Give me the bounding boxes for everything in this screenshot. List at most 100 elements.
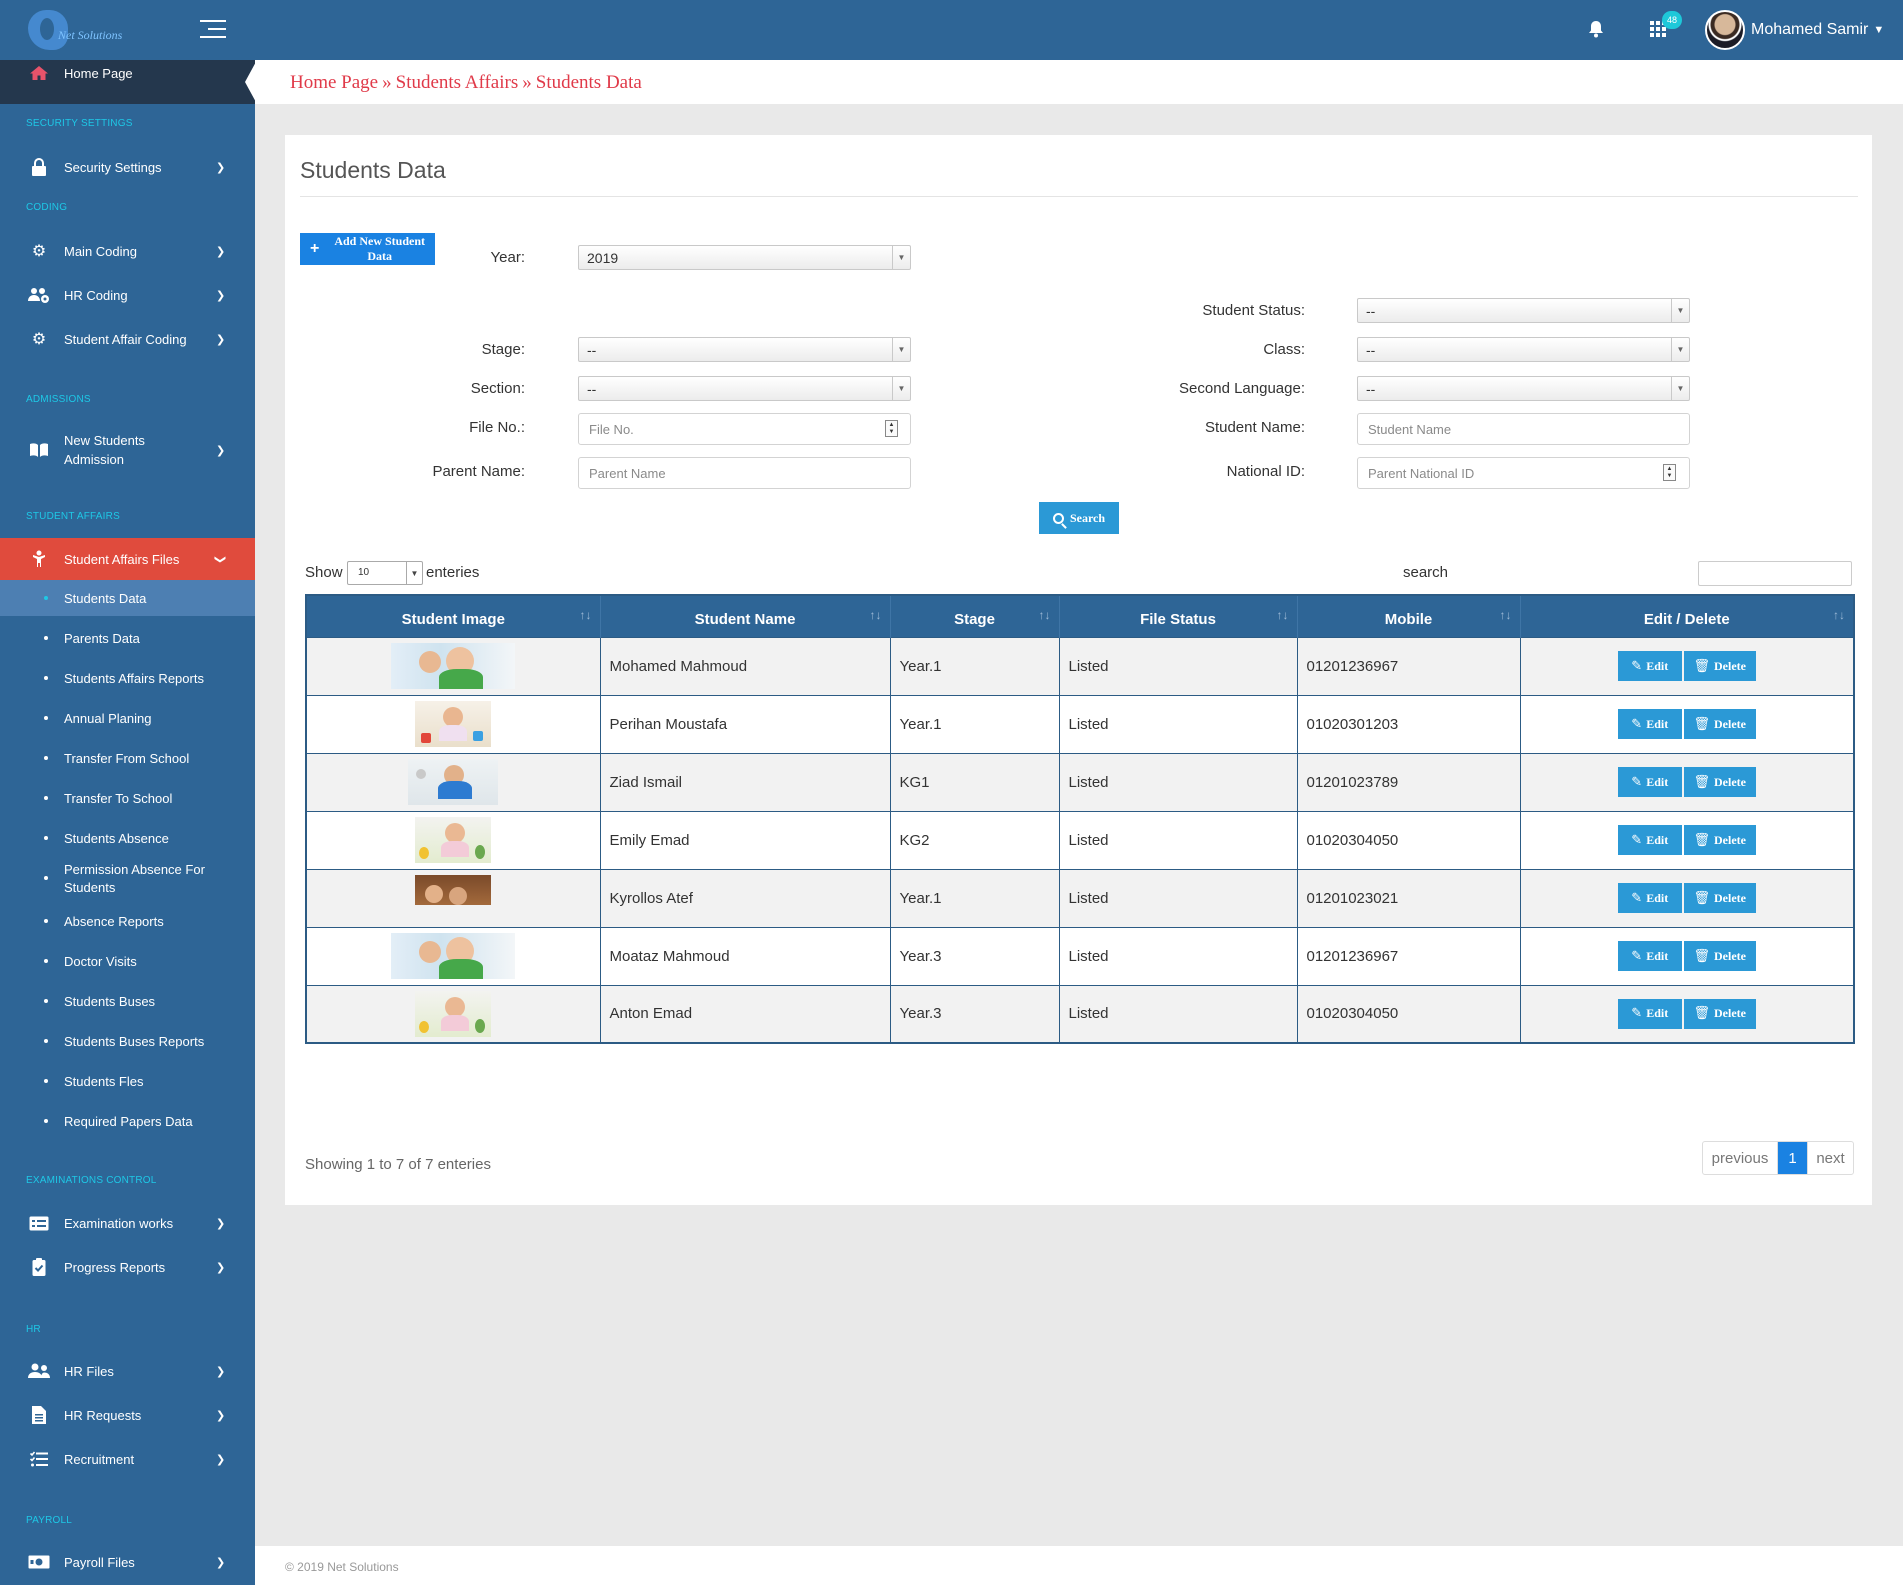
edit-button[interactable]: ✎ Edit (1617, 709, 1682, 739)
sort-icon[interactable]: ↑↓ (1500, 608, 1512, 622)
edit-button[interactable]: ✎ Edit (1617, 883, 1682, 913)
sidebar-subitem-students-files[interactable]: Students Fles (0, 1063, 255, 1099)
delete-button[interactable]: 🗑︎ Delete (1683, 767, 1756, 797)
stage-select[interactable]: -- ▼ (578, 337, 911, 362)
sidebar-item-student-affairs-files-row[interactable]: Student Affairs Files ❯ (0, 549, 255, 569)
student-name-cell: Mohamed Mahmoud (599, 636, 891, 696)
showing-text: Showing 1 to 7 of 7 enteries (305, 1156, 491, 1173)
edit-button[interactable]: ✎ Edit (1617, 651, 1682, 681)
delete-button[interactable]: 🗑︎ Delete (1683, 883, 1756, 913)
sidebar-subitem-students-affairs-reports[interactable]: Students Affairs Reports (0, 660, 255, 696)
sidebar-item-new-students-admission[interactable]: New Students Admission ❯ (0, 430, 255, 470)
delete-button[interactable]: 🗑︎ Delete (1683, 709, 1756, 739)
menu-toggle-icon[interactable] (200, 20, 226, 40)
section-payroll: PAYROLL (26, 1515, 73, 1526)
lock-icon (28, 158, 50, 176)
sidebar-item-progress-reports[interactable]: Progress Reports ❯ (0, 1257, 255, 1277)
edit-button[interactable]: ✎ Edit (1617, 767, 1682, 797)
child-icon (28, 550, 50, 568)
add-student-button[interactable]: + Add New Student Data (300, 233, 435, 265)
number-spinner-icon[interactable]: ▲ ▼ (885, 420, 898, 437)
column-header-actions[interactable]: Edit / Delete ↑↓ (1520, 595, 1855, 637)
file-status-cell: Listed (1058, 636, 1298, 696)
table-header-row: Student Image ↑↓ Student Name ↑↓ Stage ↑↓ F… (306, 595, 1855, 637)
edit-button[interactable]: ✎ Edit (1617, 941, 1682, 971)
column-header-mobile[interactable]: Mobile ↑↓ (1297, 595, 1521, 637)
delete-button[interactable]: 🗑︎ Delete (1683, 998, 1756, 1029)
file-no-input[interactable] (578, 413, 911, 445)
pagination-current-page[interactable]: 1 (1778, 1142, 1807, 1174)
sidebar-item-student-affair-coding[interactable]: ⚙︎ Student Affair Coding ❯ (0, 329, 255, 349)
student-photo[interactable] (415, 990, 492, 1037)
sidebar-item-main-coding[interactable]: ⚙ Main Coding ❯ (0, 241, 255, 261)
sidebar-subitem-students-buses-reports[interactable]: Students Buses Reports (0, 1023, 255, 1059)
column-header-image[interactable]: Student Image ↑↓ (306, 595, 601, 637)
sidebar-subitem-doctor-visits[interactable]: Doctor Visits (0, 943, 255, 979)
national-id-input[interactable] (1357, 457, 1690, 489)
search-button[interactable]: Search (1039, 502, 1119, 534)
delete-button[interactable]: 🗑︎ Delete (1683, 941, 1756, 971)
breadcrumb-students-affairs[interactable]: Students Affairs (396, 72, 519, 93)
sidebar-item-examination-works[interactable]: Examination works ❯ (0, 1213, 255, 1233)
sidebar-subitem-transfer-to-school[interactable]: Transfer To School (0, 780, 255, 816)
sidebar-subitem-required-papers-data[interactable]: Required Papers Data (0, 1103, 255, 1139)
edit-button[interactable]: ✎ Edit (1617, 998, 1682, 1029)
sidebar-item-hr-coding[interactable]: HR Coding ❯ (0, 285, 255, 305)
class-select[interactable]: -- ▼ (1357, 337, 1690, 362)
sidebar-subitem-transfer-from-school[interactable]: Transfer From School (0, 740, 255, 776)
sort-icon[interactable]: ↑↓ (1277, 608, 1289, 622)
sidebar-subitem-annual-planing[interactable]: Annual Planing (0, 700, 255, 736)
sidebar-item-recruitment[interactable]: Recruitment ❯ (0, 1449, 255, 1469)
student-photo[interactable] (391, 643, 516, 689)
parent-name-input[interactable] (578, 457, 911, 489)
student-status-select[interactable]: -- ▼ (1357, 298, 1690, 323)
table-search-input[interactable] (1698, 561, 1852, 586)
delete-button[interactable]: 🗑︎ Delete (1683, 651, 1756, 681)
column-header-name[interactable]: Student Name ↑↓ (600, 595, 891, 637)
stage-cell: Year.1 (889, 694, 1060, 754)
breadcrumb-students-data[interactable]: Students Data (536, 72, 642, 93)
year-select[interactable]: 2019 ▼ (578, 245, 911, 270)
student-photo[interactable] (391, 933, 516, 979)
section-examinations: EXAMINATIONS CONTROL (26, 1175, 157, 1186)
file-icon (28, 1406, 50, 1424)
sidebar-subitem-students-absence[interactable]: Students Absence (0, 820, 255, 856)
page-length-select[interactable]: 10 ▼ (347, 561, 423, 585)
sidebar-item-hr-files[interactable]: HR Files ❯ (0, 1361, 255, 1381)
column-header-stage[interactable]: Stage ↑↓ (890, 595, 1060, 637)
student-name-input[interactable] (1357, 413, 1690, 445)
edit-button[interactable]: ✎ Edit (1617, 825, 1682, 855)
sidebar-subitem-label: Transfer To School (64, 791, 173, 806)
breadcrumb-home[interactable]: Home Page (290, 72, 378, 93)
sort-icon[interactable]: ↑↓ (1039, 608, 1051, 622)
section-value: -- (587, 381, 597, 397)
second-language-select[interactable]: -- ▼ (1357, 376, 1690, 401)
sidebar-subitem-parents-data[interactable]: Parents Data (0, 620, 255, 656)
logo-text: Net Solutions (58, 28, 123, 42)
student-photo[interactable] (415, 701, 492, 747)
sidebar-item-hr-requests[interactable]: HR Requests ❯ (0, 1405, 255, 1425)
delete-button[interactable]: 🗑︎ Delete (1683, 825, 1756, 855)
stage-label: Stage: (481, 341, 525, 358)
sidebar-item-security-settings[interactable]: Security Settings ❯ (0, 157, 255, 177)
student-photo[interactable] (415, 875, 492, 921)
column-header-label: Student Image (401, 610, 505, 628)
section-select[interactable]: -- ▼ (578, 376, 911, 401)
sort-icon[interactable]: ↑↓ (1833, 608, 1845, 622)
number-spinner-icon[interactable]: ▲ ▼ (1663, 464, 1676, 481)
logo[interactable]: Net Solutions (28, 8, 138, 52)
pagination-previous[interactable]: previous (1703, 1142, 1778, 1174)
column-header-file-status[interactable]: File Status ↑↓ (1059, 595, 1298, 637)
student-photo[interactable] (415, 817, 492, 863)
sidebar-subitem-students-buses[interactable]: Students Buses (0, 983, 255, 1019)
sort-icon[interactable]: ↑↓ (580, 608, 592, 622)
user-menu[interactable]: Mohamed Samir ▼ (1705, 10, 1884, 50)
sidebar-item-payroll-files[interactable]: Payroll Files ❯ (0, 1552, 255, 1572)
student-photo[interactable] (408, 759, 499, 805)
sidebar-subitem-students-data[interactable]: Students Data (0, 580, 255, 616)
pagination-next[interactable]: next (1807, 1142, 1853, 1174)
sidebar-subitem-absence-reports[interactable]: Absence Reports (0, 903, 255, 939)
sidebar-subitem-permission-absence[interactable]: Permission Absence For Students (0, 860, 255, 900)
bell-icon[interactable] (1588, 20, 1604, 38)
sort-icon[interactable]: ↑↓ (870, 608, 882, 622)
